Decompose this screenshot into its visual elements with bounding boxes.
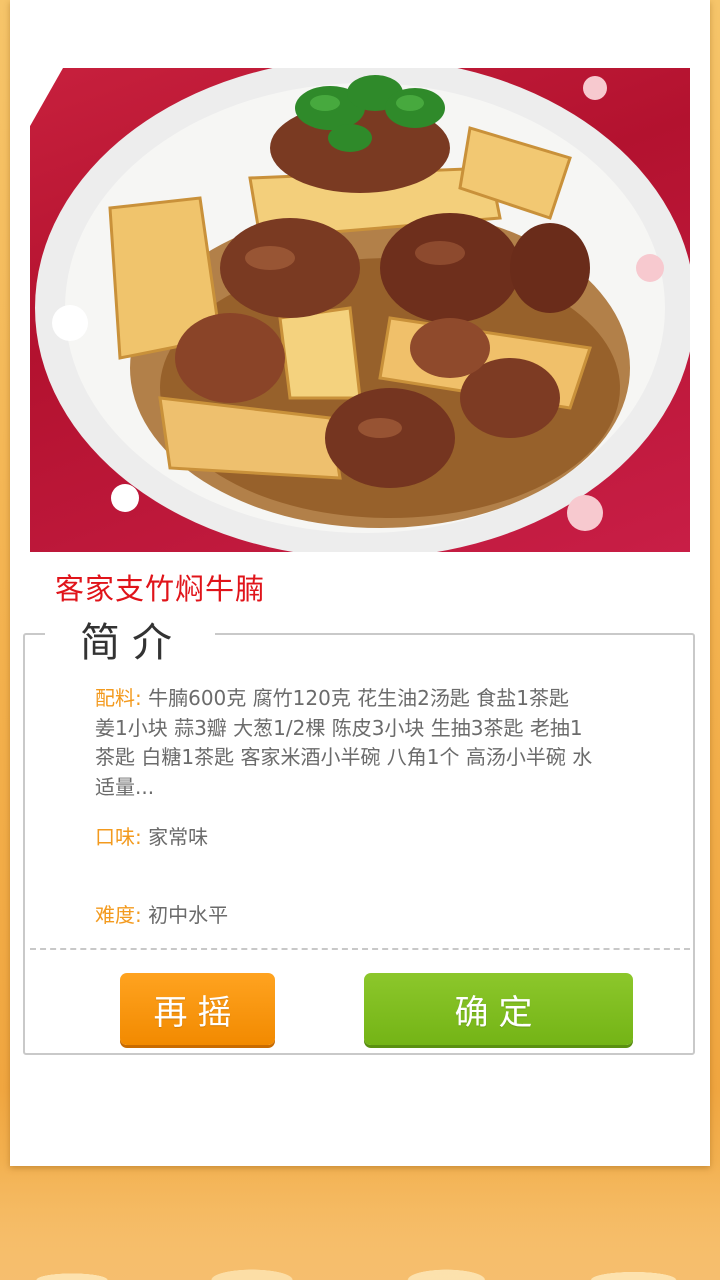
intro-heading: 简介: [80, 620, 184, 666]
taste-value: 家常味: [148, 825, 209, 849]
recipe-title: 客家支竹焖牛腩: [55, 572, 266, 606]
taste-label: 口味:: [95, 825, 142, 849]
recipe-photo: [30, 68, 690, 552]
shake-again-button[interactable]: 再摇: [120, 973, 275, 1045]
difficulty-value: 初中水平: [148, 903, 229, 927]
divider: [30, 948, 690, 950]
background-glow: [0, 1160, 720, 1280]
ingredients-field: 配料: 牛腩600克 腐竹120克 花生油2汤匙 食盐1茶匙 姜1小块 蒜3瓣 …: [95, 684, 595, 802]
taste-field: 口味: 家常味: [95, 823, 595, 853]
ingredients-label: 配料:: [95, 686, 142, 710]
difficulty-field: 难度: 初中水平: [95, 901, 595, 931]
confirm-button[interactable]: 确定: [364, 973, 633, 1045]
difficulty-label: 难度:: [95, 903, 142, 927]
ingredients-value: 牛腩600克 腐竹120克 花生油2汤匙 食盐1茶匙 姜1小块 蒜3瓣 大葱1/…: [95, 686, 593, 799]
